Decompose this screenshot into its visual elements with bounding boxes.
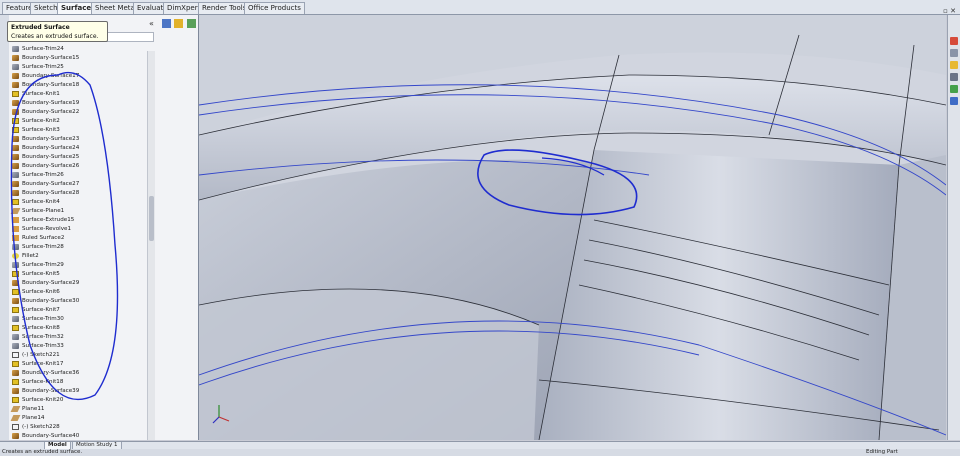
command-manager-tabbar: Features Sketch Surfaces Sheet Metal Eva… — [0, 0, 960, 15]
design-library-icon[interactable] — [950, 49, 958, 57]
window-controls[interactable]: ▫ ✕ — [943, 7, 956, 15]
tree-annotation-overlay — [10, 71, 119, 400]
model-render — [199, 15, 946, 440]
right-face-surface — [539, 150, 899, 440]
status-message: Creates an extruded surface. — [2, 449, 83, 455]
appearances-icon[interactable] — [950, 85, 958, 93]
lower-band-surface — [199, 289, 539, 440]
file-explorer-icon[interactable] — [950, 61, 958, 69]
view-palette-icon[interactable] — [950, 73, 958, 81]
custom-properties-icon[interactable] — [950, 97, 958, 105]
status-bar: Creates an extruded surface. Editing Par… — [0, 449, 960, 456]
task-pane — [947, 15, 960, 440]
status-mode: Editing Part — [866, 449, 898, 455]
resources-icon[interactable] — [950, 37, 958, 45]
tab-office-products[interactable]: Office Products — [244, 2, 305, 14]
graphics-viewport[interactable] — [199, 15, 946, 440]
bottom-tabbar: Model Motion Study 1 — [0, 441, 960, 450]
tab-render-tools[interactable]: Render Tools — [198, 2, 251, 14]
